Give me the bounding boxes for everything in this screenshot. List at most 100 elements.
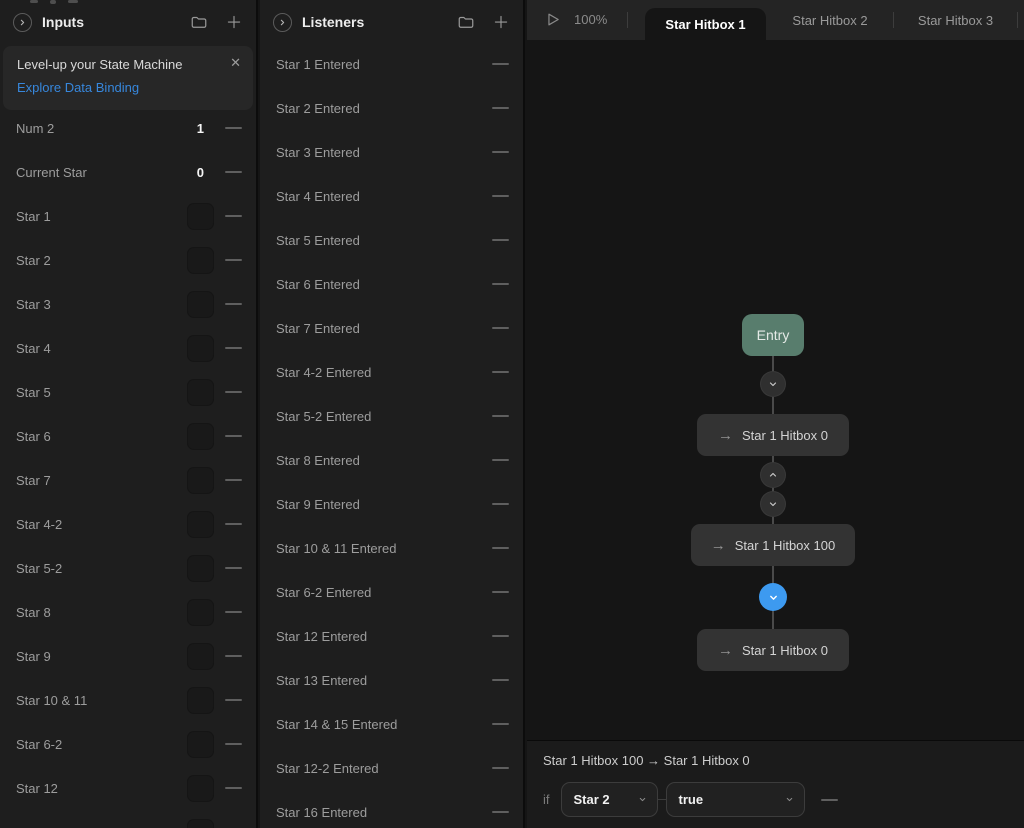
listener-dash-icon[interactable] [492, 415, 509, 417]
listener-row[interactable]: Star 4 Entered [260, 174, 523, 218]
listener-dash-icon[interactable] [492, 635, 509, 637]
input-dash-icon[interactable] [225, 347, 242, 349]
inputs-folder-icon[interactable] [190, 13, 208, 31]
input-dash-icon[interactable] [225, 391, 242, 393]
listener-row[interactable]: Star 9 Entered [260, 482, 523, 526]
input-row[interactable]: Star 7 [0, 458, 256, 502]
condition-value-dropdown[interactable]: true [665, 782, 805, 817]
input-checkbox[interactable] [187, 246, 214, 274]
zoom-level[interactable]: 100% [574, 12, 607, 27]
inputs-add-icon[interactable] [225, 13, 243, 31]
input-dash-icon[interactable] [225, 523, 242, 525]
input-row[interactable]: Star 10 & 11 [0, 678, 256, 722]
input-row[interactable]: Star 3 [0, 282, 256, 326]
listener-row[interactable]: Star 12 Entered [260, 614, 523, 658]
listener-row[interactable]: Star 4-2 Entered [260, 350, 523, 394]
listener-dash-icon[interactable] [492, 107, 509, 109]
input-checkbox[interactable] [187, 466, 214, 494]
input-checkbox[interactable] [187, 202, 214, 230]
listener-dash-icon[interactable] [492, 283, 509, 285]
listeners-folder-icon[interactable] [457, 13, 475, 31]
tab-star-hitbox-2[interactable]: Star Hitbox 2 [767, 0, 893, 40]
input-checkbox[interactable] [187, 510, 214, 538]
listeners-collapse-icon[interactable] [273, 12, 292, 32]
transition-chevron-up-icon[interactable] [760, 462, 786, 488]
inputs-collapse-icon[interactable] [13, 12, 32, 32]
listener-dash-icon[interactable] [492, 151, 509, 153]
input-dash-icon[interactable] [225, 435, 242, 437]
input-checkbox[interactable] [187, 554, 214, 582]
listener-row[interactable]: Star 2 Entered [260, 86, 523, 130]
input-row[interactable]: Num 2 1 [0, 106, 256, 150]
listener-dash-icon[interactable] [492, 811, 509, 813]
input-row[interactable]: Star 5 [0, 370, 256, 414]
input-dash-icon[interactable] [225, 743, 242, 745]
selected-transition-chevron-down-icon[interactable] [759, 583, 787, 611]
input-dash-icon[interactable] [225, 787, 242, 789]
input-dash-icon[interactable] [225, 303, 242, 305]
input-checkbox[interactable] [187, 378, 214, 406]
listener-dash-icon[interactable] [492, 767, 509, 769]
listener-dash-icon[interactable] [492, 679, 509, 681]
condition-dash-icon[interactable] [820, 798, 838, 801]
tab-star-hitbox-3[interactable]: Star Hitbox 3 [894, 0, 1017, 40]
entry-node[interactable]: Entry [742, 314, 804, 356]
listener-row[interactable]: Star 6-2 Entered [260, 570, 523, 614]
listener-row[interactable]: Star 6 Entered [260, 262, 523, 306]
listener-dash-icon[interactable] [492, 195, 509, 197]
input-dash-icon[interactable] [225, 215, 242, 217]
input-checkbox[interactable] [187, 290, 214, 318]
input-row[interactable]: Star 12 [0, 766, 256, 810]
input-row[interactable]: Star 1 [0, 194, 256, 238]
listener-row[interactable]: Star 8 Entered [260, 438, 523, 482]
explore-data-binding-link[interactable]: Explore Data Binding [17, 80, 139, 95]
input-value[interactable]: 1 [197, 121, 204, 136]
input-dash-icon[interactable] [225, 127, 242, 129]
listener-row[interactable]: Star 3 Entered [260, 130, 523, 174]
listener-dash-icon[interactable] [492, 459, 509, 461]
state-machine-canvas[interactable]: Entry → Star 1 Hitbox 0 → Star 1 Hitbox … [527, 40, 1024, 740]
listener-row[interactable]: Star 5 Entered [260, 218, 523, 262]
input-dash-icon[interactable] [225, 171, 242, 173]
input-row[interactable]: Star 9 [0, 634, 256, 678]
input-value[interactable]: 0 [197, 165, 204, 180]
listener-row[interactable]: Star 16 Entered [260, 790, 523, 828]
transition-chevron-down-icon[interactable] [760, 371, 786, 397]
listener-dash-icon[interactable] [492, 547, 509, 549]
listener-row[interactable]: Star 14 & 15 Entered [260, 702, 523, 746]
input-checkbox[interactable] [187, 818, 214, 828]
input-dash-icon[interactable] [225, 699, 242, 701]
state-node-star-1-hitbox-100[interactable]: → Star 1 Hitbox 100 [691, 524, 855, 566]
input-dash-icon[interactable] [225, 259, 242, 261]
input-dash-icon[interactable] [225, 655, 242, 657]
listener-row[interactable]: Star 1 Entered [260, 42, 523, 86]
listener-dash-icon[interactable] [492, 63, 509, 65]
listener-row[interactable]: Star 13 Entered [260, 658, 523, 702]
listener-row[interactable]: Star 7 Entered [260, 306, 523, 350]
listener-row[interactable]: Star 5-2 Entered [260, 394, 523, 438]
condition-input-dropdown[interactable]: Star 2 [560, 782, 658, 817]
state-node-star-1-hitbox-0[interactable]: → Star 1 Hitbox 0 [697, 414, 849, 456]
state-node-star-1-hitbox-0[interactable]: → Star 1 Hitbox 0 [697, 629, 849, 671]
input-checkbox[interactable] [187, 774, 214, 802]
listener-dash-icon[interactable] [492, 327, 509, 329]
input-row[interactable]: Star 4 [0, 326, 256, 370]
input-checkbox[interactable] [187, 642, 214, 670]
input-checkbox[interactable] [187, 598, 214, 626]
input-row[interactable]: Star 2 [0, 238, 256, 282]
listeners-add-icon[interactable] [492, 13, 510, 31]
listener-dash-icon[interactable] [492, 723, 509, 725]
input-row[interactable]: Star 4-2 [0, 502, 256, 546]
listener-dash-icon[interactable] [492, 591, 509, 593]
input-row[interactable]: Star 8 [0, 590, 256, 634]
input-dash-icon[interactable] [225, 611, 242, 613]
listener-dash-icon[interactable] [492, 371, 509, 373]
tab-star-hitbox-1[interactable]: Star Hitbox 1 [645, 8, 766, 40]
listener-row[interactable]: Star 10 & 11 Entered [260, 526, 523, 570]
input-checkbox[interactable] [187, 422, 214, 450]
listener-dash-icon[interactable] [492, 503, 509, 505]
listener-row[interactable]: Star 12-2 Entered [260, 746, 523, 790]
input-dash-icon[interactable] [225, 567, 242, 569]
listener-dash-icon[interactable] [492, 239, 509, 241]
banner-close-icon[interactable]: ✕ [230, 55, 241, 71]
